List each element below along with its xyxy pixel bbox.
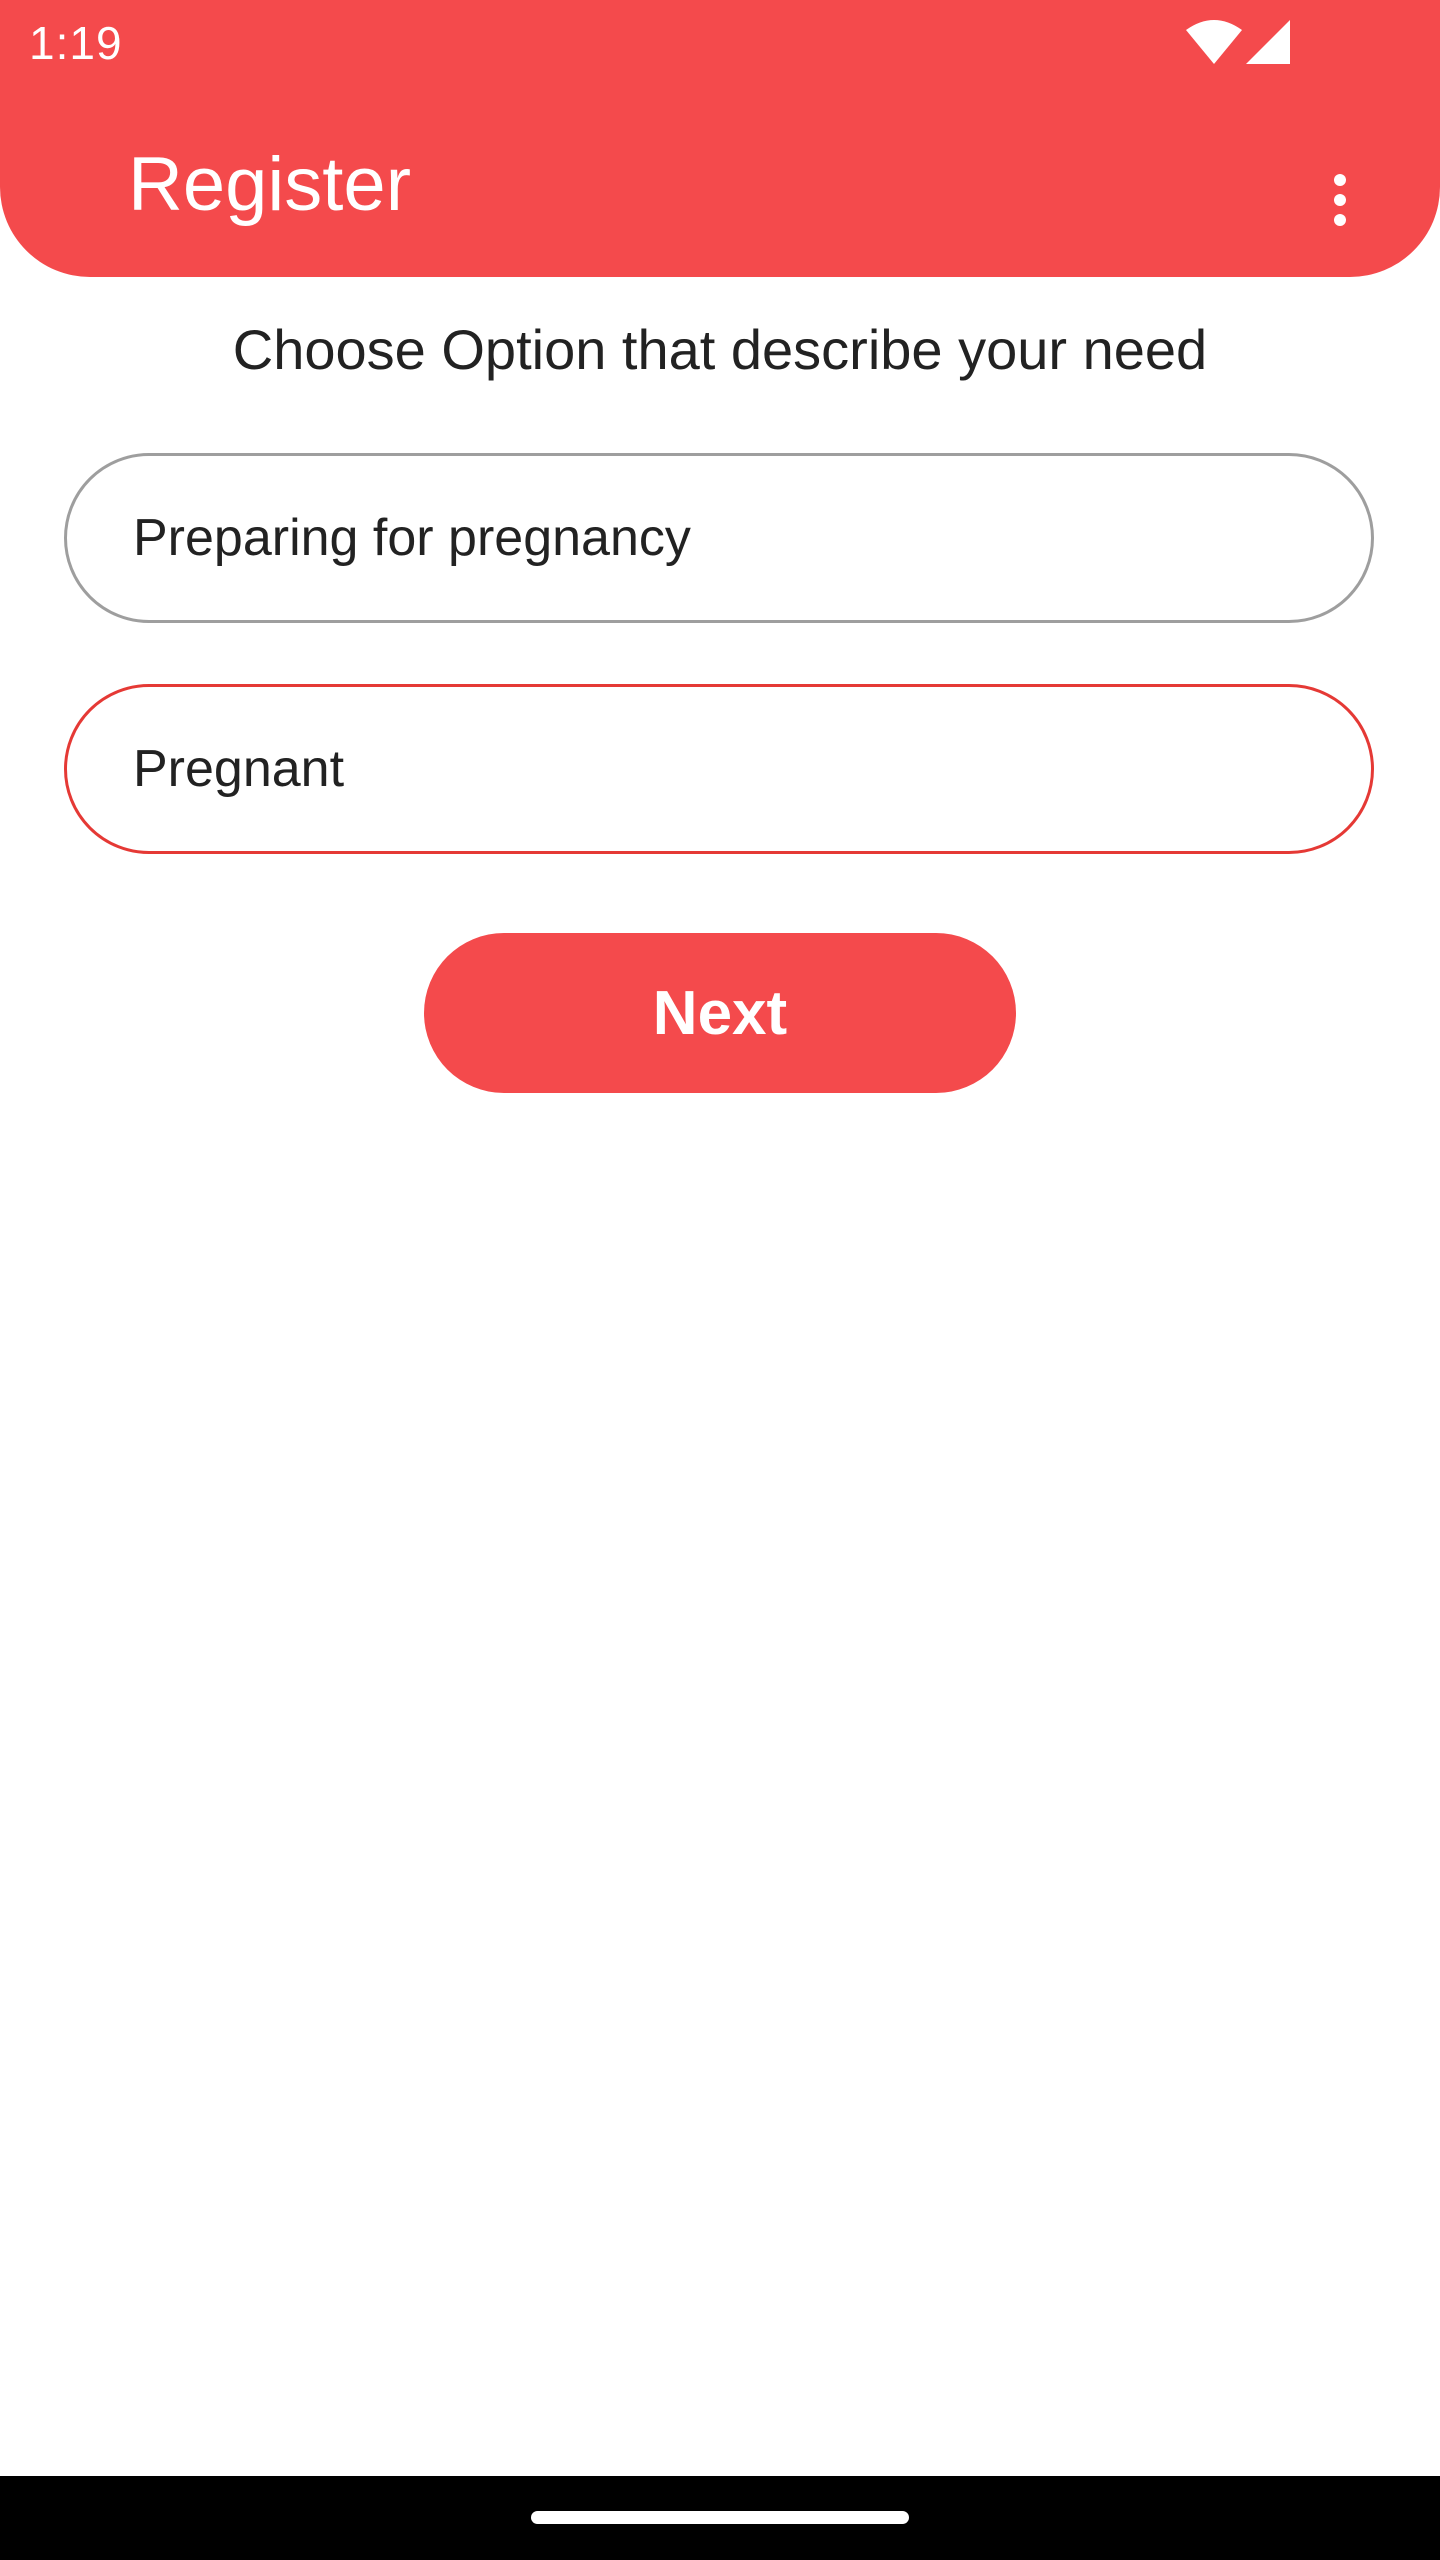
app-header: 1:19 Register [0, 0, 1440, 277]
more-vertical-icon[interactable] [1310, 160, 1370, 240]
instruction-text: Choose Option that describe your need [232, 318, 1208, 381]
next-button-label: Next [652, 978, 788, 1048]
option-label: Pregnant [133, 740, 345, 798]
next-button[interactable]: Next [424, 933, 1016, 1093]
register-screen: 1:19 Register Choose Option that describ… [0, 0, 1440, 2560]
option-label: Preparing for pregnancy [133, 509, 691, 567]
menu-dot [1334, 194, 1346, 206]
option-preparing-for-pregnancy[interactable]: Preparing for pregnancy [64, 453, 1374, 623]
menu-dot [1334, 174, 1346, 186]
home-indicator[interactable] [531, 2511, 909, 2524]
wifi-icon [1186, 20, 1242, 64]
status-time: 1:19 [29, 17, 123, 69]
signal-icon [1246, 20, 1290, 64]
menu-dot [1334, 214, 1346, 226]
status-bar: 1:19 [0, 0, 1440, 84]
page-title: Register [128, 142, 411, 227]
option-pregnant[interactable]: Pregnant [64, 684, 1374, 854]
